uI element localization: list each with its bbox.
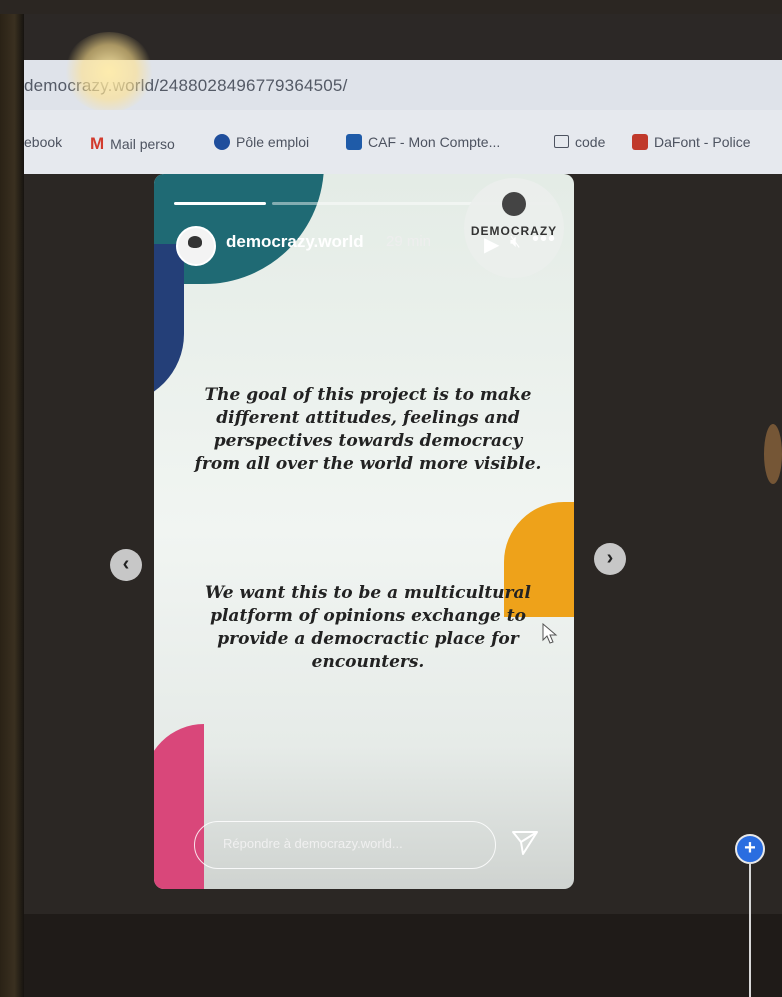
story-time: 29 min [386, 233, 432, 250]
bookmarks-bar: ebook M Mail perso Pôle emploi CAF - Mon … [24, 110, 782, 174]
browser-window: democrazy.world/2488028496779364505/ ebo… [24, 14, 782, 997]
story-text-paragraph-1: The goal of this project is to make diff… [194, 385, 542, 474]
bookmark-caf[interactable]: CAF - Mon Compte... [346, 134, 500, 150]
more-icon[interactable]: ••• [532, 228, 556, 251]
story-card[interactable]: DEMOCRAZY democrazy.world 29 min ▶ 🔇︎ ••… [154, 174, 574, 889]
bookmark-label: DaFont - Police [654, 134, 751, 150]
bookmark-mail-perso[interactable]: M Mail perso [90, 134, 175, 154]
bookmark-facebook[interactable]: ebook [24, 134, 62, 150]
logo-mark [502, 192, 526, 216]
speaker-muted-icon[interactable]: 🔇︎ [510, 232, 521, 252]
bookmark-code[interactable]: code [554, 134, 605, 150]
edge-glow [764, 424, 782, 484]
story-viewer: ‹ › DEMOCRAZY democrazy.world 29 min ▶ 🔇… [24, 174, 782, 997]
device-bezel-top [0, 0, 782, 14]
play-icon[interactable]: ▶ [484, 232, 499, 257]
decorative-shape-pink [154, 724, 204, 889]
reply-placeholder: Répondre à democrazy.world... [223, 836, 403, 851]
viewer-bottom-shade [24, 914, 782, 997]
chevron-left-icon[interactable]: ‹ [110, 549, 142, 581]
folder-icon [554, 135, 569, 148]
decorative-shape-navy [154, 244, 184, 404]
gmail-icon: M [90, 134, 105, 153]
chevron-right-icon[interactable]: › [594, 543, 626, 575]
dafont-icon [632, 134, 648, 150]
bookmark-pole-emploi[interactable]: Pôle emploi [214, 134, 309, 150]
caf-icon [346, 134, 362, 150]
bookmark-label: code [575, 134, 606, 150]
screen-glare [64, 32, 154, 112]
bookmark-label: Mail perso [110, 136, 175, 152]
bookmark-label: ebook [24, 134, 63, 150]
avatar[interactable] [176, 226, 216, 266]
plus-icon[interactable]: + [735, 834, 765, 864]
pole-emploi-icon [214, 134, 230, 150]
story-text-paragraph-2: We want this to be a multicultural platf… [205, 583, 531, 672]
story-username[interactable]: democrazy.world [226, 232, 364, 252]
bookmark-dafont[interactable]: DaFont - Police [632, 134, 750, 150]
send-icon[interactable] [509, 826, 541, 858]
bookmark-label: CAF - Mon Compte... [368, 134, 501, 150]
device-bezel-left [0, 0, 24, 997]
plus-line [749, 862, 751, 997]
bookmark-label: Pôle emploi [236, 134, 310, 150]
reply-input[interactable]: Répondre à democrazy.world... [194, 821, 496, 869]
mouse-cursor-icon [542, 623, 558, 644]
progress-segment [174, 202, 266, 205]
